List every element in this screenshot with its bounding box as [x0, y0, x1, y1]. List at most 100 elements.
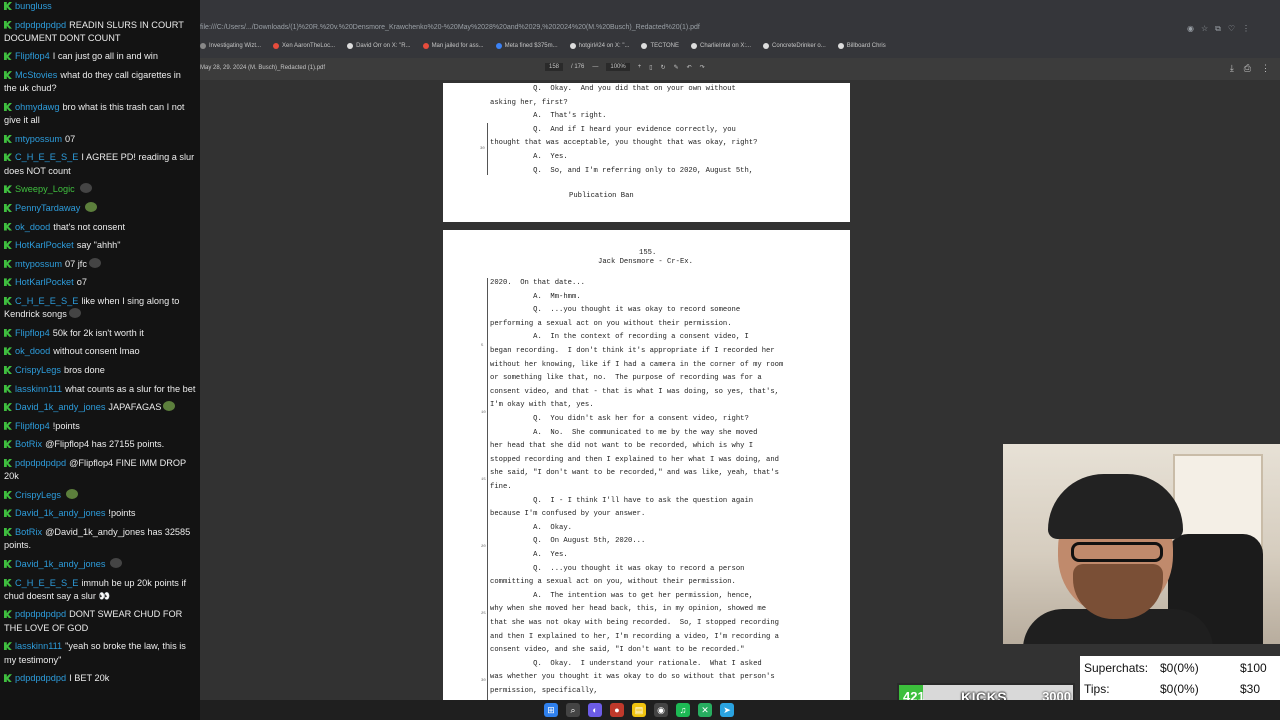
telegram-icon[interactable]: ➤ — [720, 703, 734, 717]
menu-icon[interactable]: ⋮ — [1242, 24, 1250, 34]
browser-icon[interactable]: ◐ — [588, 703, 602, 717]
xbox-icon[interactable]: ✕ — [698, 703, 712, 717]
chat-username[interactable]: lasskinn111 — [15, 384, 62, 394]
transcript-line: and then I explained to her, I'm recordi… — [490, 632, 779, 641]
eye-icon[interactable]: ◉ — [1187, 24, 1194, 34]
chat-message: Flipflop4 50k for 2k isn't worth it — [4, 327, 196, 340]
kick-badge-icon — [4, 509, 12, 518]
pdf-title: May 28, 29. 2024 (M. Busch)_Redacted (1)… — [200, 65, 326, 71]
transcript-line: or something like that, no. The purpose … — [490, 374, 762, 383]
extensions-icon[interactable]: ⧉ — [1215, 24, 1221, 34]
kick-badge-icon — [4, 403, 12, 412]
chat-username[interactable]: lasskinn111 — [15, 641, 62, 651]
kick-badge-icon — [4, 578, 12, 587]
download-icon[interactable]: ⤓ — [1230, 63, 1234, 74]
chat-username[interactable]: HotKarlPocket — [15, 277, 74, 287]
chat-username[interactable]: Flipflop4 — [15, 421, 50, 431]
zoom-in-icon[interactable]: + — [638, 64, 642, 70]
address-bar[interactable]: file:///C:/Users/.../Downloads/(1)%20R.%… — [200, 22, 1280, 36]
chat-message: David_1k_andy_jones — [4, 557, 196, 571]
bookmark-item[interactable]: TECTONE — [641, 40, 679, 52]
chat-username[interactable]: C_H_E_E_S_E — [15, 296, 78, 306]
bookmark-item[interactable]: David Orr on X: "R... — [347, 40, 411, 52]
chat-username[interactable]: BotRix — [15, 527, 42, 537]
bookmark-item[interactable]: Investigating Wizt... — [200, 40, 261, 52]
bookmark-favicon-icon — [641, 43, 648, 49]
spotify-icon[interactable]: ♫ — [676, 703, 690, 717]
kick-badge-icon — [4, 559, 12, 568]
transcript-line: A. Okay. — [490, 523, 572, 532]
chat-message: mtypossum 07 — [4, 133, 196, 146]
chat-username[interactable]: mtypossum — [15, 259, 62, 269]
redo-icon[interactable]: ↷ — [700, 64, 705, 71]
chat-message: bungluss — [4, 0, 196, 13]
chat-username[interactable]: pdpdpdpdpd — [15, 673, 66, 683]
chat-username[interactable]: Flipflop4 — [15, 328, 50, 338]
search-icon[interactable]: ⌕ — [566, 703, 580, 717]
bookmark-item[interactable]: ConcreteDrinker o... — [763, 40, 826, 52]
windows-icon[interactable]: ⊞ — [544, 703, 558, 717]
chat-username[interactable]: ok_dood — [15, 346, 50, 356]
chat-username[interactable]: pdpdpdpdpd — [15, 458, 66, 468]
zoom-out-icon[interactable]: — — [592, 64, 598, 70]
chat-username[interactable]: David_1k_andy_jones — [15, 402, 105, 412]
chat-username[interactable]: pdpdpdpdpd — [15, 20, 66, 30]
chat-text: say "ahhh" — [76, 240, 121, 251]
chat-username[interactable]: BotRix — [15, 439, 42, 449]
chat-username[interactable]: McStovies — [15, 70, 57, 80]
zoom-level[interactable]: 100% — [606, 63, 630, 71]
chat-text: without consent lmao — [53, 346, 140, 357]
bookmark-item[interactable]: Xen AaronTheLoc... — [273, 40, 335, 52]
undo-icon[interactable]: ↶ — [687, 64, 692, 71]
chat-username[interactable]: C_H_E_E_S_E — [15, 152, 78, 162]
chat-username[interactable]: HotKarlPocket — [15, 240, 74, 250]
line-number: 25 — [481, 612, 486, 616]
bookmark-item[interactable]: Man jailed for ass... — [422, 40, 484, 52]
chat-username[interactable]: David_1k_andy_jones — [15, 559, 105, 569]
chat-text: 07 jfc — [64, 258, 87, 269]
chat-username[interactable]: PennyTardaway — [15, 203, 80, 213]
chat-username[interactable]: C_H_E_E_S_E — [15, 578, 78, 588]
fit-page-icon[interactable]: ▯ — [649, 64, 652, 71]
transcript-line: her head that she did not want to be rec… — [490, 442, 754, 451]
more-icon[interactable]: ⋮ — [1261, 63, 1270, 74]
emote-icon — [163, 401, 176, 412]
chat-message: ok_dood that's not consent — [4, 221, 196, 234]
chat-message: lasskinn111 what counts as a slur for the… — [4, 383, 196, 396]
folder-icon[interactable]: ▤ — [632, 703, 646, 717]
bookmark-item[interactable]: CharlieIntel on X:... — [691, 40, 751, 52]
stat-goal: $30 — [1240, 682, 1261, 696]
transcript-line: Q. You didn't ask her for a consent vide… — [490, 415, 749, 423]
bookmark-item[interactable]: Billboard Chris — [837, 40, 886, 52]
heart-icon[interactable]: ♡ — [1228, 24, 1235, 34]
bookmark-item[interactable]: hotgirl#24 on X: "... — [569, 40, 629, 52]
chat-username[interactable]: David_1k_andy_jones — [15, 508, 105, 518]
transcript-line: 2020. On that date... — [490, 279, 585, 287]
bookmark-icon[interactable]: ☆ — [1201, 24, 1208, 34]
kick-badge-icon — [4, 259, 12, 268]
pdf-controls: 158 / 176 — 100% + ▯ ↻ ✎ ↶ ↷ — [545, 63, 705, 71]
url-text[interactable]: file:///C:/Users/.../Downloads/(1)%20R.%… — [200, 24, 700, 31]
bookmark-favicon-icon — [691, 43, 698, 49]
print-icon[interactable]: ⎙ — [1244, 63, 1251, 74]
chat-username[interactable]: Flipflop4 — [15, 51, 50, 61]
chat-username[interactable]: CrispyLegs — [15, 490, 61, 500]
chat-username[interactable]: CrispyLegs — [15, 365, 61, 375]
chat-username[interactable]: pdpdpdpdpd — [15, 609, 66, 619]
rotate-icon[interactable]: ↻ — [661, 64, 666, 71]
transcript-line: A. Mm-hmm. — [490, 292, 581, 301]
kick-badge-icon — [4, 2, 12, 10]
chat-username[interactable]: Sweepy_Logic — [15, 184, 75, 194]
bookmark-item[interactable]: Meta fined $375m... — [495, 40, 558, 52]
app-icon[interactable]: ● — [610, 703, 624, 717]
chat-username[interactable]: mtypossum — [15, 134, 62, 144]
page-number-input[interactable]: 158 — [545, 63, 564, 71]
chat-message: HotKarlPocket o7 — [4, 276, 196, 289]
chat-username[interactable]: bungluss — [15, 1, 52, 11]
chat-username[interactable]: ohmydawg — [15, 102, 59, 112]
chat-username[interactable]: ok_dood — [15, 222, 50, 232]
draw-icon[interactable]: ✎ — [674, 64, 679, 71]
pdf-page-previous: Publication Ban 30 Q. Okay. And you did … — [443, 83, 850, 222]
kick-badge-icon — [4, 222, 12, 231]
chrome-icon[interactable]: ◉ — [654, 703, 668, 717]
